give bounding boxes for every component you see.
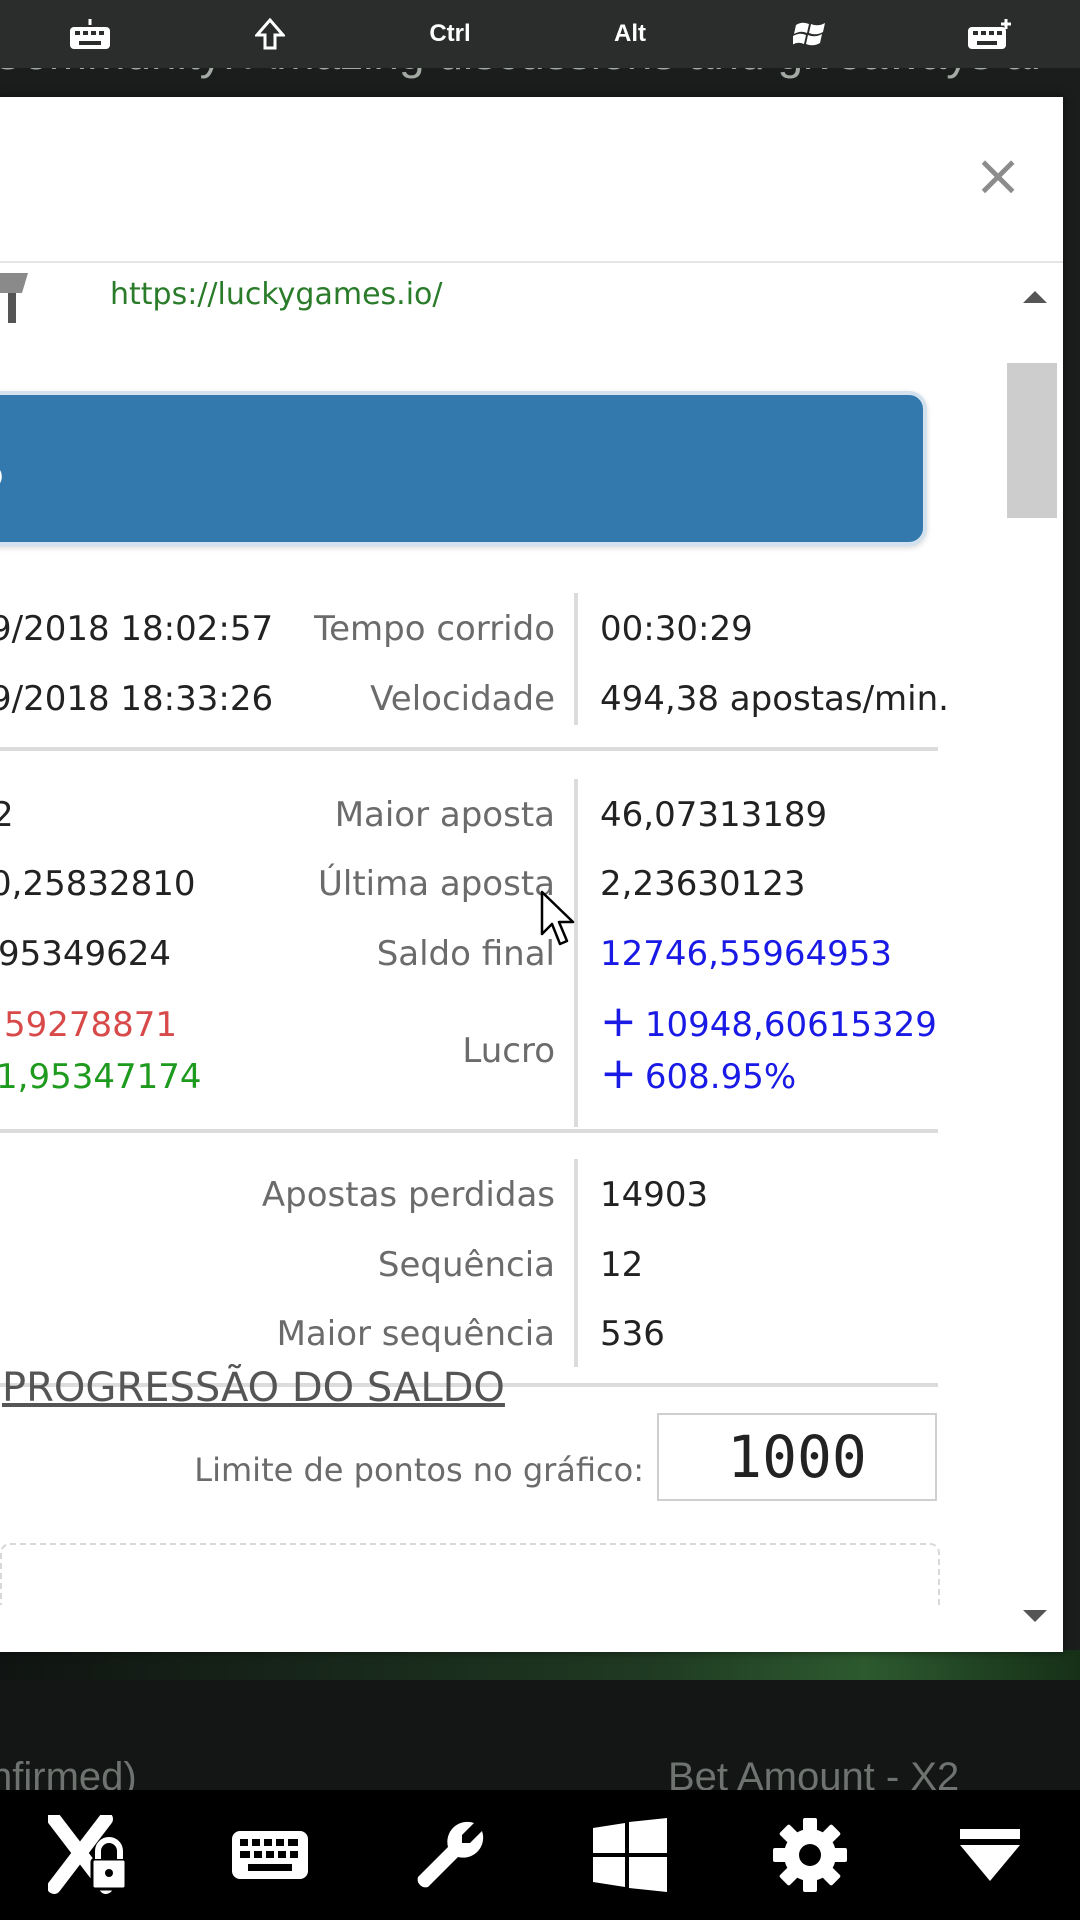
speed-value: 494,38 apostas/min.: [600, 679, 949, 719]
max-bet-value: 46,07313189: [600, 795, 828, 835]
left-column-value: 2: [0, 795, 14, 835]
collapse-down-icon: [960, 1829, 1020, 1881]
keyboard-icon: [70, 19, 110, 49]
stats-row-apostas-perdidas: Apostas perdidas 14903: [0, 1171, 1010, 1221]
max-bet-label: Maior aposta: [334, 795, 555, 835]
column-divider: [574, 779, 578, 1127]
stats-title-fragment: s: [0, 415, 6, 508]
column-divider: [574, 593, 578, 725]
stats-row-ultima-aposta: 0,25832810 Última aposta 2,23630123: [0, 860, 1010, 910]
modal-content: https://luckygames.io/ s 9/2018 18:02:57…: [0, 263, 1010, 1652]
final-balance-value: 12746,55964953: [600, 934, 893, 974]
shift-arrow-icon: [255, 18, 285, 50]
profit-value-line: +10948,60615329: [600, 1000, 937, 1046]
final-balance-label: Saldo final: [376, 934, 555, 974]
column-divider: [574, 1159, 578, 1367]
balance-progression-link[interactable]: PROGRESSÃO DO SALDO: [2, 1365, 505, 1411]
windows-button[interactable]: [540, 1790, 720, 1920]
scrollbar-thumb[interactable]: [1007, 363, 1057, 518]
disconnect-button[interactable]: [0, 1790, 180, 1920]
profit-percent-line: +608.95%: [600, 1052, 797, 1098]
close-button[interactable]: ×: [970, 145, 1026, 205]
site-url-text[interactable]: https://luckygames.io/: [110, 277, 443, 312]
windows-flag-icon: [793, 22, 825, 46]
statistics-modal: × https://luckygames.io/ s 9/2018 18:02:…: [0, 97, 1063, 1652]
windows-key-button[interactable]: [720, 0, 900, 68]
gain-amount-value: 1,95347174: [0, 1057, 202, 1097]
gear-icon: [773, 1818, 847, 1892]
remote-key-toolbar: Ctrl Alt: [0, 0, 1080, 68]
speed-label: Velocidade: [370, 679, 555, 719]
stats-row-velocidade: 9/2018 18:33:26 Velocidade 494,38 aposta…: [0, 675, 1010, 725]
left-column-value: 0,25832810: [0, 864, 196, 904]
wrench-icon: [417, 1821, 484, 1888]
start-datetime-value: 9/2018 18:02:57: [0, 609, 274, 649]
lost-bets-value: 14903: [600, 1175, 709, 1215]
stats-title-bar: s: [0, 391, 927, 546]
profit-label: Lucro: [462, 1031, 555, 1071]
site-logo-fragment: [0, 273, 28, 323]
section-divider: [0, 1129, 938, 1133]
scroll-down-arrow-icon[interactable]: [1021, 1608, 1049, 1624]
streak-value: 12: [600, 1245, 644, 1285]
stats-row-maior-aposta: 2 Maior aposta 46,07313189: [0, 791, 1010, 841]
left-column-value: 95349624: [0, 934, 172, 974]
end-datetime-value: 9/2018 18:33:26: [0, 679, 274, 719]
elapsed-time-label: Tempo corrido: [314, 609, 555, 649]
keyboard-icon: [232, 1831, 308, 1879]
last-bet-label: Última aposta: [318, 864, 555, 904]
max-streak-label: Maior sequência: [276, 1314, 555, 1354]
stats-row-maior-sequencia: Maior sequência 536: [0, 1310, 1010, 1360]
keyboard-button[interactable]: [180, 1790, 360, 1920]
mouse-cursor-icon: [540, 890, 575, 946]
shift-key-button[interactable]: [180, 0, 360, 68]
collapse-toolbar-button[interactable]: [900, 1790, 1080, 1920]
chart-limit-label: Limite de pontos no gráfico:: [194, 1451, 644, 1489]
keyboard-plus-icon: [968, 19, 1011, 49]
profit-percent: 608.95%: [644, 1057, 797, 1097]
loss-amount-value: 59278871: [4, 1005, 178, 1045]
chart-limit-input[interactable]: 1000: [657, 1413, 937, 1501]
keyboard-add-button[interactable]: [900, 0, 1080, 68]
max-streak-value: 536: [600, 1314, 665, 1354]
last-bet-value: 2,23630123: [600, 864, 806, 904]
streak-label: Sequência: [377, 1245, 555, 1285]
stats-row-lucro: 59278871 1,95347174 Lucro +10948,6061532…: [0, 1000, 1010, 1111]
alt-key-button[interactable]: Alt: [540, 0, 720, 68]
tools-button[interactable]: [360, 1790, 540, 1920]
chart-area: [0, 1543, 940, 1605]
x-lock-icon: [48, 1815, 128, 1894]
stats-row-saldo-final: 95349624 Saldo final 12746,55964953: [0, 930, 1010, 980]
modal-header: ×: [0, 97, 1063, 263]
plus-sign-icon: +: [600, 1048, 637, 1099]
lost-bets-label: Apostas perdidas: [261, 1175, 555, 1215]
stats-row-sequencia: Sequência 12: [0, 1241, 1010, 1291]
section-divider: [0, 747, 938, 751]
background-graphic-strip: [0, 1650, 1080, 1680]
settings-button[interactable]: [720, 1790, 900, 1920]
remote-bottom-toolbar: [0, 1790, 1080, 1920]
plus-sign-icon: +: [600, 996, 637, 1047]
keyboard-toggle-button[interactable]: [0, 0, 180, 68]
ctrl-key-button[interactable]: Ctrl: [360, 0, 540, 68]
stats-row-tempo: 9/2018 18:02:57 Tempo corrido 00:30:29: [0, 605, 1010, 655]
windows-icon: [593, 1818, 667, 1892]
elapsed-time-value: 00:30:29: [600, 609, 753, 649]
scroll-up-arrow-icon[interactable]: [1021, 289, 1049, 305]
profit-amount: 10948,60615329: [644, 1005, 937, 1045]
